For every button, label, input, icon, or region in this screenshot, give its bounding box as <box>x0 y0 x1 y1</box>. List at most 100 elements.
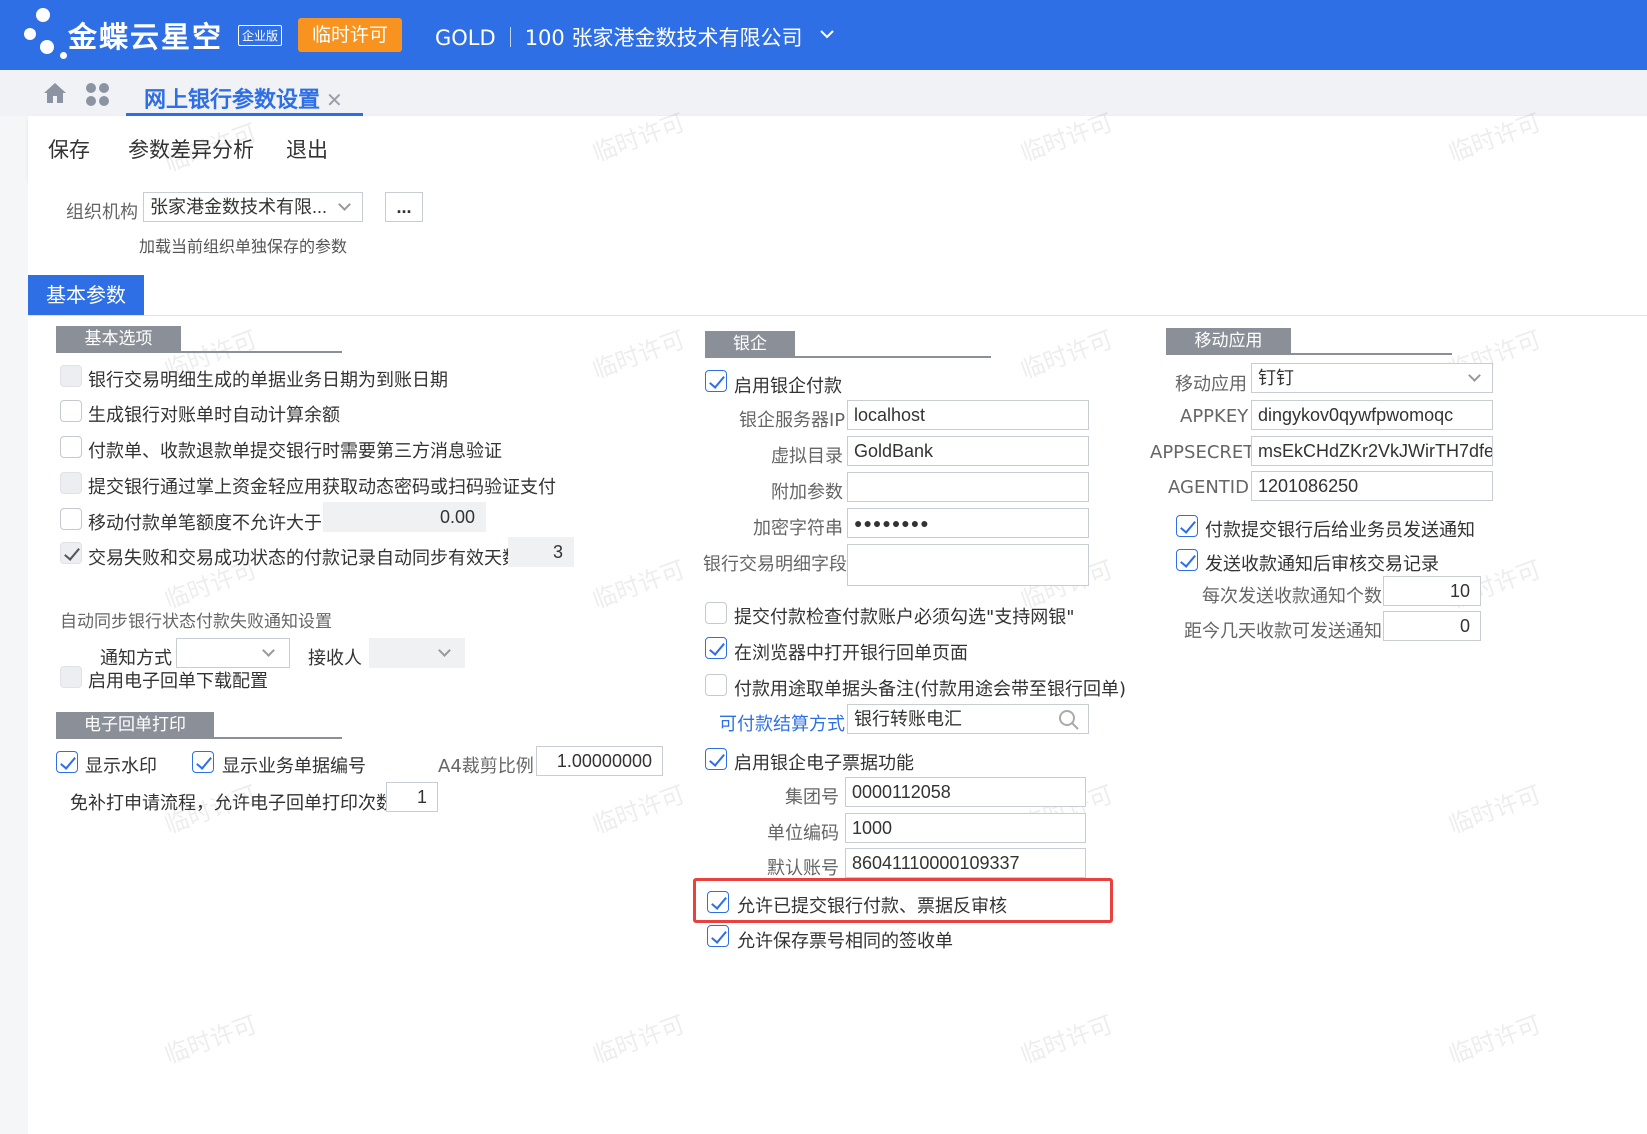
toolbar: 保存 参数差异分析 退出 <box>28 116 1647 180</box>
org-switcher[interactable]: GOLD 100 张家港金数技术有限公司 <box>435 22 802 52</box>
checkbox-opt1[interactable] <box>60 365 82 387</box>
exit-button[interactable]: 退出 <box>286 134 328 164</box>
notify-method-select[interactable] <box>176 638 290 668</box>
encrypt-label: 加密字符串 <box>753 518 843 539</box>
section-basic-options: 基本选项 <box>56 326 181 352</box>
checkbox-check-netbank[interactable] <box>705 602 727 624</box>
settle-method-label[interactable]: 可付款结算方式 <box>719 710 845 736</box>
home-icon[interactable] <box>43 82 67 104</box>
opt5-label: 移动付款单笔额度不允许大于 <box>88 513 322 534</box>
watermark: 临时许可 <box>588 555 689 615</box>
audit-record-label: 发送收款通知后审核交易记录 <box>1205 554 1439 575</box>
checkbox-e-receipt-cfg[interactable] <box>60 666 82 688</box>
save-button[interactable]: 保存 <box>48 134 90 164</box>
default-account-label: 默认账号 <box>767 858 839 879</box>
checkbox-notify-sales[interactable] <box>1176 515 1198 537</box>
apps-grid-icon[interactable] <box>86 83 110 107</box>
per-send-input[interactable]: 10 <box>1383 576 1481 606</box>
a4-ratio-input[interactable]: 1.00000000 <box>536 746 663 776</box>
vdir-label: 虚拟目录 <box>771 446 843 467</box>
detail-field-label: 银行交易明细字段 <box>703 554 847 575</box>
opt1-label: 银行交易明细生成的单据业务日期为到账日期 <box>88 370 448 391</box>
section-divider <box>56 351 342 353</box>
checkbox-open-browser[interactable] <box>705 637 727 659</box>
watermark: 临时许可 <box>588 325 689 385</box>
checkbox-enable-ebill[interactable] <box>705 748 727 770</box>
edition-tag: 企业版 <box>238 25 283 46</box>
mobile-limit-input[interactable]: 0.00 <box>323 502 486 532</box>
group-no-label: 集团号 <box>785 787 839 808</box>
open-browser-label: 在浏览器中打开银行回单页面 <box>734 643 968 664</box>
org-name: 100 张家港金数技术有限公司 <box>524 26 803 50</box>
detail-field-input[interactable] <box>847 544 1089 586</box>
chevron-down-icon[interactable] <box>817 24 837 44</box>
appkey-input[interactable]: dingykov0qywfpwomoqc <box>1251 400 1493 430</box>
unit-code-label: 单位编码 <box>767 823 839 844</box>
watermark: 临时许可 <box>588 780 689 840</box>
settle-method-input[interactable]: 银行转账电汇 <box>847 704 1089 734</box>
watermark: 临时许可 <box>1444 1010 1545 1070</box>
watermark: 临时许可 <box>1444 780 1545 840</box>
mobile-app-label: 移动应用 <box>1175 374 1247 395</box>
brand-name: 金蝶云星空 <box>68 20 224 54</box>
checkbox-allow-same-no[interactable] <box>707 925 729 947</box>
section-divider <box>705 356 991 358</box>
trial-badge: 临时许可 <box>298 18 402 52</box>
org-label: 组织机构 <box>66 202 138 223</box>
highlight-box <box>693 878 1113 923</box>
checkbox-opt6[interactable] <box>60 542 82 564</box>
watermark: 临时许可 <box>588 1010 689 1070</box>
checkbox-opt4[interactable] <box>60 472 82 494</box>
show-watermark-label: 显示水印 <box>85 756 157 777</box>
server-ip-input[interactable]: localhost <box>847 400 1089 430</box>
agentid-label: AGENTID <box>1168 477 1249 498</box>
enable-bank-pay-label: 启用银企付款 <box>734 376 842 397</box>
tab-basic-params[interactable]: 基本参数 <box>28 275 144 315</box>
vdir-input[interactable]: GoldBank <box>847 436 1089 466</box>
tab-online-bank-params[interactable]: 网上银行参数设置 ✕ <box>126 76 363 116</box>
extra-params-label: 附加参数 <box>771 482 843 503</box>
checkbox-enable-bank-pay[interactable] <box>705 370 727 392</box>
search-icon[interactable] <box>1058 709 1080 731</box>
unit-code-input[interactable]: 1000 <box>845 813 1086 843</box>
section-bank-enterprise: 银企 <box>705 331 795 357</box>
section-divider <box>56 737 342 739</box>
appsecret-input[interactable]: msEkCHdZKr2VkJWirTH7dfe <box>1251 436 1493 466</box>
appkey-label: APPKEY <box>1180 406 1249 427</box>
main-content: 临时许可 临时许可 临时许可 临时许可 临时许可 临时许可 临时许可 临时许可 … <box>28 108 1647 1134</box>
a4-ratio-label: A4裁剪比例 <box>438 756 534 777</box>
agentid-input[interactable]: 1201086250 <box>1251 471 1493 501</box>
extra-params-input[interactable] <box>847 472 1089 502</box>
notify-sales-label: 付款提交银行后给业务员发送通知 <box>1205 520 1475 541</box>
receiver-select[interactable] <box>369 638 465 668</box>
mobile-app-select[interactable]: 钉钉 <box>1251 363 1493 393</box>
allow-same-no-label: 允许保存票号相同的签收单 <box>737 931 953 952</box>
checkbox-use-remark[interactable] <box>705 674 727 696</box>
reprint-label: 免补打申请流程，允许电子回单打印次数 <box>70 793 394 814</box>
org-select-value: 张家港金数技术有限... <box>150 197 328 217</box>
per-send-label: 每次发送收款通知个数 <box>1202 586 1382 607</box>
default-account-input[interactable]: 86041110000109337 <box>845 848 1086 878</box>
checkbox-opt3[interactable] <box>60 436 82 458</box>
org-select[interactable]: 张家港金数技术有限... <box>143 192 363 222</box>
group-no-input[interactable]: 0000112058 <box>845 777 1086 807</box>
checkbox-audit-record[interactable] <box>1176 549 1198 571</box>
org-more-button[interactable]: ... <box>385 192 423 222</box>
encrypt-input[interactable]: ●●●●●●●● <box>847 508 1089 538</box>
checkbox-opt5[interactable] <box>60 508 82 530</box>
section-mobile-app: 移动应用 <box>1166 328 1291 354</box>
show-billno-label: 显示业务单据编号 <box>222 756 366 777</box>
opt6-label: 交易失败和交易成功状态的付款记录自动同步有效天数 <box>88 548 520 569</box>
opt2-label: 生成银行对账单时自动计算余额 <box>88 405 340 426</box>
opt4-label: 提交银行通过掌上资金轻应用获取动态密码或扫码验证支付 <box>88 477 556 498</box>
server-ip-label: 银企服务器IP <box>739 410 846 431</box>
days-input[interactable]: 0 <box>1383 611 1481 641</box>
reprint-count-input[interactable]: 1 <box>386 782 438 812</box>
checkbox-show-watermark[interactable] <box>56 751 78 773</box>
close-icon[interactable]: ✕ <box>326 88 343 112</box>
sync-days-input[interactable]: 3 <box>508 537 574 567</box>
checkbox-opt2[interactable] <box>60 400 82 422</box>
checkbox-show-billno[interactable] <box>192 751 214 773</box>
use-remark-label: 付款用途取单据头备注(付款用途会带至银行回单) <box>734 679 1127 700</box>
user-name: GOLD <box>435 26 496 50</box>
